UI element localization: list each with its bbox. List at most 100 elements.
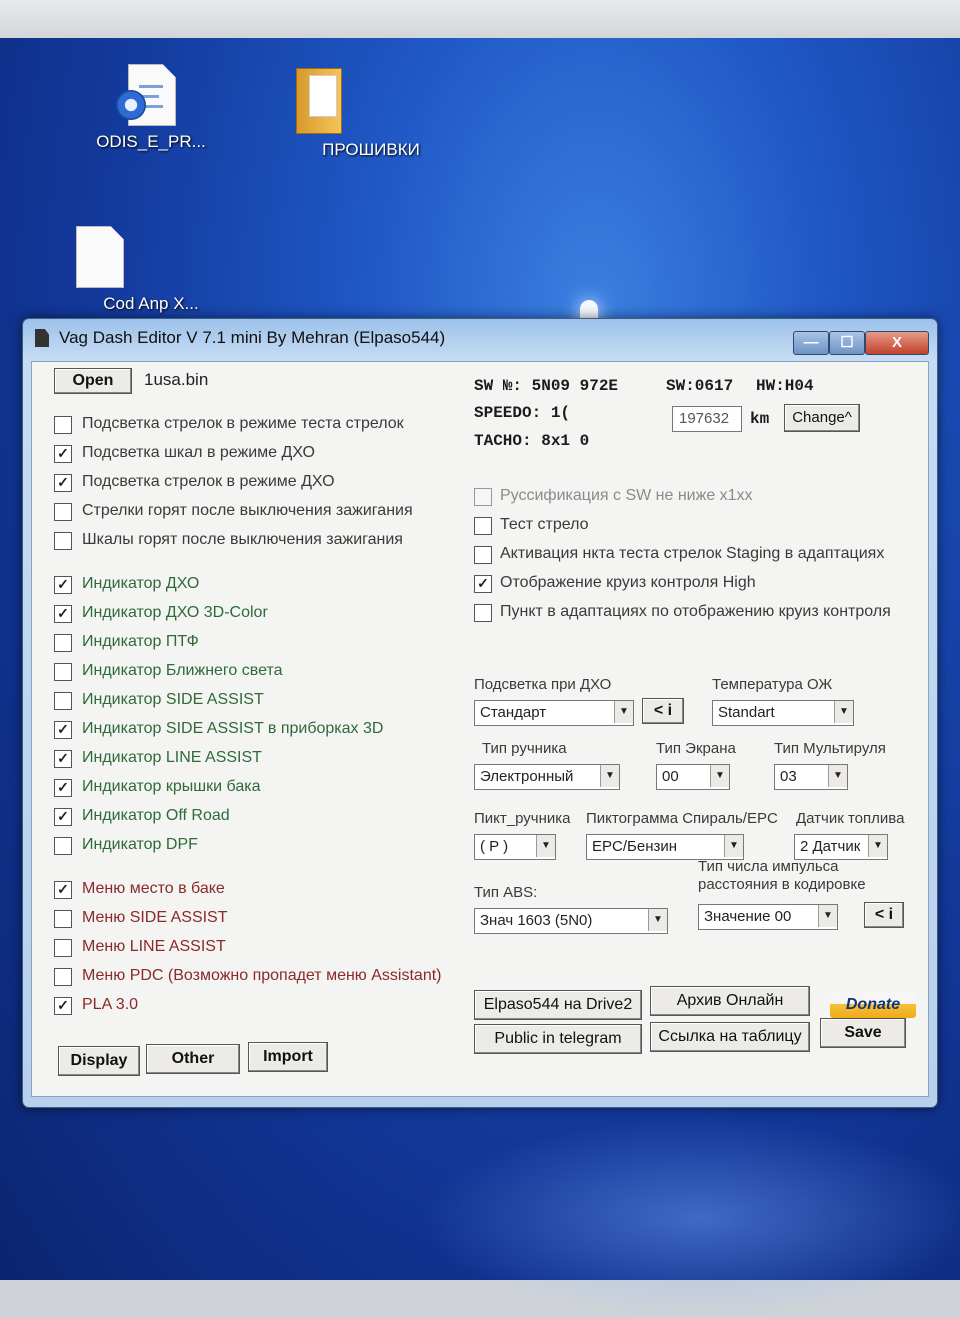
checkbox-indicator-dpf[interactable]	[54, 837, 72, 855]
screen-type-label: Тип Экрана	[656, 740, 736, 757]
archive-online-button[interactable]: Архив Онлайн	[650, 986, 810, 1016]
drl-light-select[interactable]: Стандарт ▼	[474, 700, 634, 726]
desktop-icon-odis[interactable]: ODIS_E_PR...	[76, 64, 226, 152]
option-label: Меню место в баке	[82, 880, 225, 897]
checkbox-indicator-side-assist-3d[interactable]: ✓	[54, 721, 72, 739]
chevron-down-icon: ▼	[710, 765, 729, 787]
drl-info-button[interactable]: < i	[642, 698, 684, 724]
checkbox-indicator-line-assist[interactable]: ✓	[54, 750, 72, 768]
option-label: Индикатор SIDE ASSIST	[82, 691, 264, 708]
desktop-icon-label: ODIS_E_PR...	[96, 132, 206, 151]
checkbox-cruise-adapt[interactable]	[474, 604, 492, 622]
option-label: Индикатор ДХО 3D-Color	[82, 604, 268, 621]
chevron-down-icon: ▼	[614, 701, 633, 723]
hw-version: HW:H04	[756, 377, 814, 395]
option-label: Индикатор ПТФ	[82, 633, 199, 650]
sw-number: SW №: 5N09 972E	[474, 377, 619, 395]
option-label: Индикатор ДХО	[82, 575, 200, 592]
maximize-button[interactable]: ☐	[829, 331, 865, 355]
spiral-epc-select[interactable]: EPC/Бензин ▼	[586, 834, 744, 860]
desktop-icon-label: ПРОШИВКИ	[322, 140, 420, 159]
close-button[interactable]: X	[865, 331, 929, 355]
spiral-epc-label: Пиктограмма Спираль/EPC	[586, 810, 778, 827]
display-button[interactable]: Display	[58, 1046, 140, 1076]
checkbox-needles-after-ign[interactable]	[54, 503, 72, 521]
desktop-icon-firmware[interactable]: ПРОШИВКИ	[296, 68, 446, 160]
chevron-down-icon: ▼	[724, 835, 743, 857]
checkbox-menu-side-assist[interactable]	[54, 910, 72, 928]
option-label: PLA 3.0	[82, 996, 139, 1013]
other-button[interactable]: Other	[146, 1044, 240, 1074]
checkbox-staging[interactable]	[474, 546, 492, 564]
option-label: Руссификация с SW не ниже x1xx	[500, 487, 753, 504]
handbrake-type-select[interactable]: Электронный ▼	[474, 764, 620, 790]
option-label: Активация нкта теста стрелок Staging в а…	[500, 545, 885, 562]
multiwheel-type-label: Тип Мультируля	[774, 740, 886, 757]
open-button[interactable]: Open	[54, 368, 132, 394]
sw-version: SW:0617	[666, 377, 734, 395]
desktop-icon-cod[interactable]: Cod Anp X...	[76, 226, 226, 314]
option-label: Подсветка шкал в режиме ДХО	[82, 444, 315, 461]
telegram-button[interactable]: Public in telegram	[474, 1024, 642, 1054]
abs-type-select[interactable]: Знач 1603 (5N0) ▼	[474, 908, 668, 934]
pulse-type-label: Тип числа импульса расстояния в кодировк…	[698, 858, 866, 893]
checkbox-menu-line-assist[interactable]	[54, 939, 72, 957]
option-label: Стрелки горят после выключения зажигания	[82, 502, 413, 519]
title-bar[interactable]: Vag Dash Editor V 7.1 mini By Mehran (El…	[23, 319, 937, 365]
fuel-sensor-select[interactable]: 2 Датчик ▼	[794, 834, 888, 860]
checkbox-needle-test[interactable]	[474, 517, 492, 535]
table-link-button[interactable]: Ссылка на таблицу	[650, 1022, 810, 1052]
option-label: Подсветка стрелок в режиме теста стрелок	[82, 415, 404, 432]
checkbox-menu-fuel[interactable]: ✓	[54, 881, 72, 899]
checkbox-pla[interactable]: ✓	[54, 997, 72, 1015]
checkbox-drl-scales[interactable]: ✓	[54, 445, 72, 463]
donate-button[interactable]: Donate	[830, 992, 916, 1018]
option-label: Индикатор Off Road	[82, 807, 230, 824]
checkbox-menu-pdc[interactable]	[54, 968, 72, 986]
coolant-temp-label: Температура ОЖ	[712, 676, 833, 693]
option-label: Индикатор DPF	[82, 836, 198, 853]
drive2-button[interactable]: Elpaso544 на Drive2	[474, 990, 642, 1020]
window-title: Vag Dash Editor V 7.1 mini By Mehran (El…	[59, 328, 446, 347]
checkbox-indicator-low-beam[interactable]	[54, 663, 72, 681]
option-label: Отображение круиз контроля High	[500, 574, 756, 591]
coolant-temp-select[interactable]: Standart ▼	[712, 700, 854, 726]
handbrake-type-label: Тип ручника	[482, 740, 567, 757]
import-button[interactable]: Import	[248, 1042, 328, 1072]
screen-type-select[interactable]: 00 ▼	[656, 764, 730, 790]
checkbox-indicator-fog[interactable]	[54, 634, 72, 652]
checkbox-rt-needles[interactable]	[54, 416, 72, 434]
option-label: Меню SIDE ASSIST	[82, 909, 228, 926]
option-label: Подсветка стрелок в режиме ДХО	[82, 473, 335, 490]
speedo-info: SPEEDO: 1(	[474, 404, 571, 422]
checkbox-indicator-fuel-cap[interactable]: ✓	[54, 779, 72, 797]
checkbox-scales-after-ign[interactable]	[54, 532, 72, 550]
option-label: Меню LINE ASSIST	[82, 938, 226, 955]
checkbox-drl-needles[interactable]: ✓	[54, 474, 72, 492]
chevron-down-icon: ▼	[828, 765, 847, 787]
fuel-sensor-label: Датчик топлива	[796, 810, 905, 827]
save-button[interactable]: Save	[820, 1018, 906, 1048]
change-km-button[interactable]: Change^	[784, 404, 860, 432]
file-name: 1usa.bin	[144, 370, 209, 389]
km-input[interactable]: 197632	[672, 406, 742, 432]
folder-icon	[296, 68, 342, 134]
handbrake-icon-select[interactable]: ( P ) ▼	[474, 834, 556, 860]
checkbox-cruise-high[interactable]: ✓	[474, 575, 492, 593]
checkbox-indicator-drl[interactable]: ✓	[54, 576, 72, 594]
pulse-info-button[interactable]: < i	[864, 902, 904, 928]
pulse-type-select[interactable]: Значение 00 ▼	[698, 904, 838, 930]
option-label: Индикатор Ближнего света	[82, 662, 283, 679]
screen-glow	[420, 1118, 960, 1318]
checkbox-indicator-drl-3d[interactable]: ✓	[54, 605, 72, 623]
checkbox-russification[interactable]	[474, 488, 492, 506]
checkbox-indicator-side-assist[interactable]	[54, 692, 72, 710]
drl-light-label: Подсветка при ДХО	[474, 676, 612, 693]
document-icon	[76, 226, 124, 288]
multiwheel-type-select[interactable]: 03 ▼	[774, 764, 848, 790]
checkbox-indicator-offroad[interactable]: ✓	[54, 808, 72, 826]
option-label: Пункт в адаптациях по отображению круиз …	[500, 603, 891, 620]
km-unit: km	[750, 410, 770, 428]
option-label: Шкалы горят после выключения зажигания	[82, 531, 403, 548]
minimize-button[interactable]: —	[793, 331, 829, 355]
